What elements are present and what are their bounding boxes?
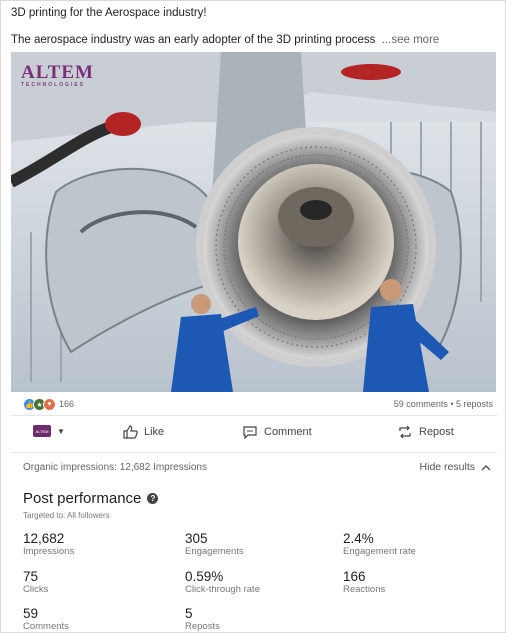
metric-value: 59: [23, 606, 39, 621]
like-button[interactable]: Like: [123, 425, 164, 439]
comment-button[interactable]: Comment: [242, 425, 312, 439]
reaction-icons[interactable]: 👍 ★ ♥: [23, 398, 56, 411]
post-performance-heading: Post performance ?: [23, 490, 159, 507]
social-counts: 👍 ★ ♥ 166 59 comments • 5 reposts: [23, 398, 497, 412]
action-bar: ALTEM ▼ Like Comment Repost: [11, 419, 497, 449]
metric-label: Clicks: [23, 584, 49, 595]
jet-engine-photo: [11, 52, 496, 392]
metric-clicks: 75 Clicks: [23, 569, 48, 596]
metric-engagement-rate: 2.4% Engagement rate: [343, 531, 416, 558]
brand-tagline: TECHNOLOGIES: [21, 82, 86, 88]
hide-results-button[interactable]: Hide results: [420, 461, 491, 473]
reaction-count[interactable]: 166: [59, 399, 74, 409]
love-reaction-icon: ♥: [43, 398, 56, 411]
help-icon[interactable]: ?: [147, 493, 159, 504]
post-body: The aerospace industry was an early adop…: [11, 34, 497, 46]
actor-avatar: ALTEM: [33, 425, 51, 437]
metric-label: Engagements: [185, 546, 244, 557]
metric-reactions: 166 Reactions: [343, 569, 385, 596]
metric-value: 0.59%: [185, 569, 224, 584]
repost-button[interactable]: Repost: [397, 425, 454, 439]
metric-value: 12,682: [23, 531, 65, 546]
comment-icon: [243, 426, 257, 439]
metric-value: 2.4%: [343, 531, 374, 546]
metric-reposts: 5 Reposts: [185, 606, 220, 633]
comments-reposts-count[interactable]: 59 comments • 5 reposts: [394, 399, 493, 409]
post-image[interactable]: ALTEM TECHNOLOGIES: [11, 52, 496, 392]
brand-logo: ALTEM TECHNOLOGIES: [21, 62, 94, 88]
metric-value: 166: [343, 569, 366, 584]
post-card: 3D printing for the Aerospace industry! …: [0, 0, 506, 633]
metric-value: 75: [23, 569, 39, 584]
hide-results-label: Hide results: [419, 461, 475, 473]
metric-click-through-rate: 0.59% Click-through rate: [185, 569, 260, 596]
actor-switcher[interactable]: ALTEM ▼: [33, 425, 65, 437]
repost-icon: [399, 425, 411, 439]
metric-label: Click-through rate: [185, 584, 260, 595]
metric-label: Reactions: [343, 584, 386, 595]
metric-label: Engagement rate: [343, 546, 416, 557]
brand-name: ALTEM: [21, 62, 94, 83]
divider: [11, 415, 497, 416]
thumbs-up-icon: [123, 425, 138, 439]
comment-label: Comment: [264, 426, 312, 438]
metric-value: 305: [185, 531, 208, 546]
organic-impressions: Organic impressions: 12,682 Impressions: [23, 462, 207, 473]
metric-comments: 59 Comments: [23, 606, 69, 633]
metric-value: 5: [185, 606, 193, 621]
targeted-audience: Targeted to: All followers: [23, 511, 110, 520]
post-body-text: The aerospace industry was an early adop…: [11, 34, 376, 46]
metric-label: Comments: [23, 621, 69, 632]
chevron-up-icon: [481, 464, 491, 470]
chevron-down-icon: ▼: [57, 426, 65, 436]
see-more-link[interactable]: ...see more: [382, 34, 440, 46]
post-performance-title: Post performance: [23, 490, 142, 507]
metric-engagements: 305 Engagements: [185, 531, 244, 558]
repost-label: Repost: [419, 426, 454, 438]
metric-impressions: 12,682 Impressions: [23, 531, 74, 558]
divider: [11, 452, 497, 453]
metric-label: Reposts: [185, 621, 220, 632]
post-headline: 3D printing for the Aerospace industry!: [11, 7, 207, 19]
metric-label: Impressions: [23, 546, 75, 557]
like-label: Like: [144, 426, 165, 438]
